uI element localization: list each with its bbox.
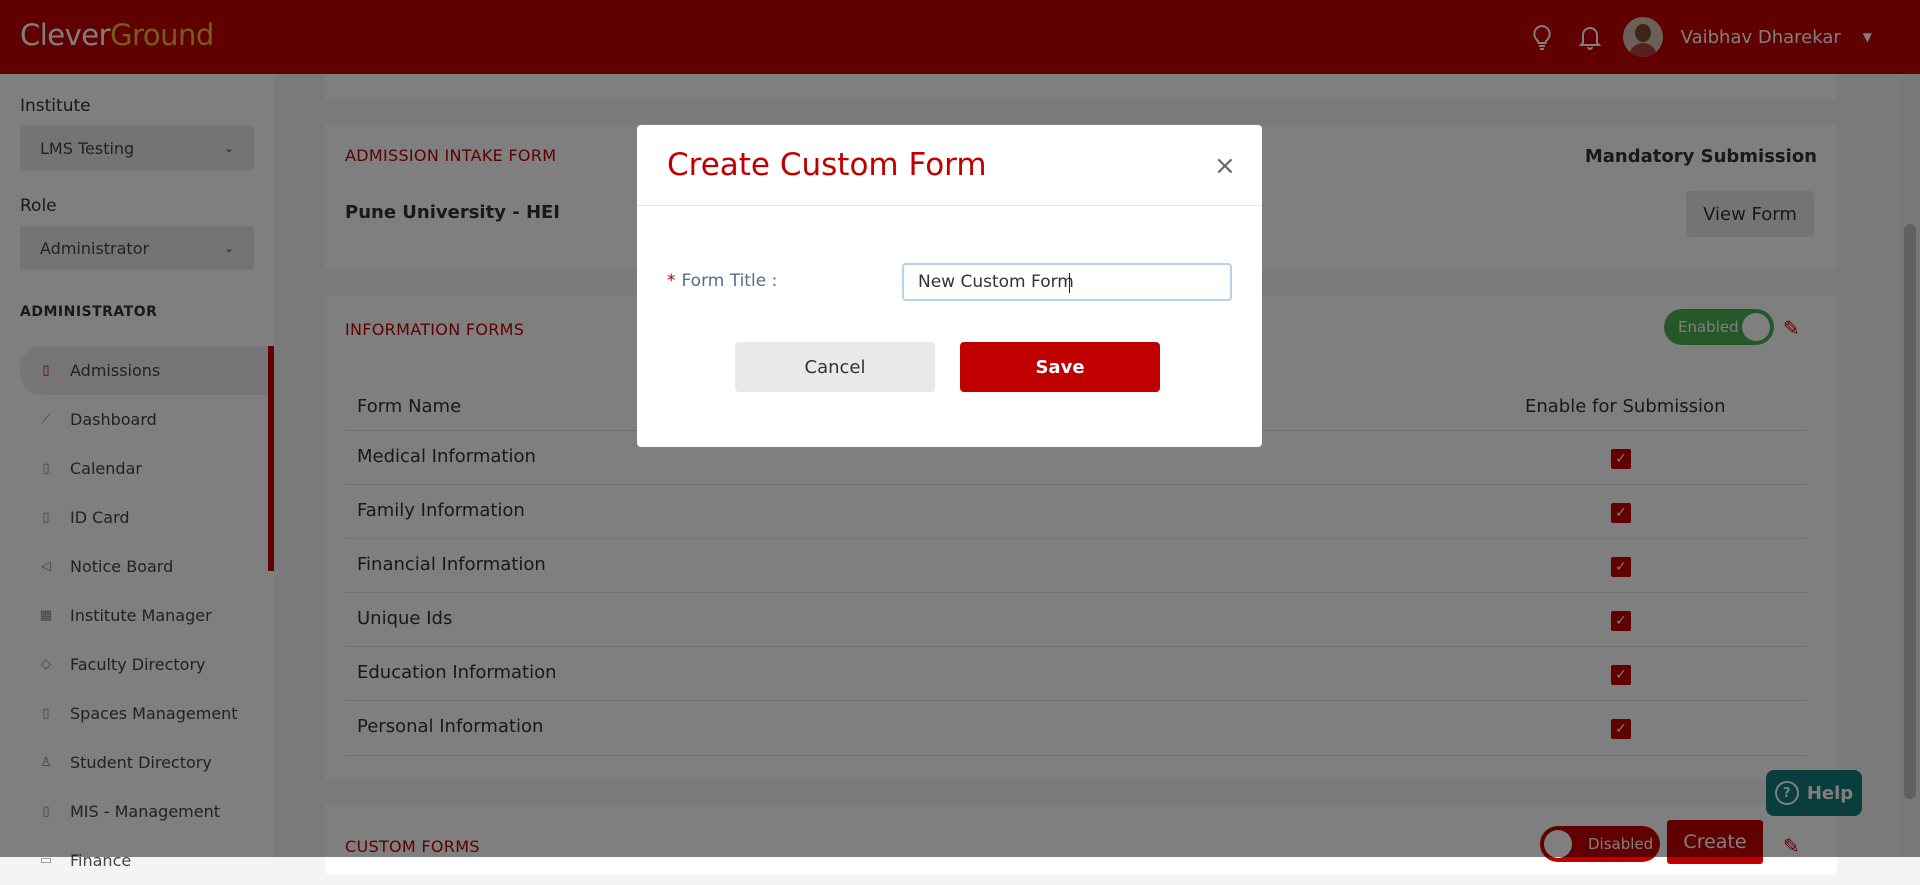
required-marker: * (667, 271, 676, 291)
form-title-label-text: Form Title (681, 271, 767, 291)
text-cursor (1069, 273, 1070, 293)
modal-title: Create Custom Form (667, 147, 987, 183)
form-title-input[interactable] (902, 263, 1232, 301)
close-icon[interactable]: × (1214, 151, 1236, 181)
create-custom-form-modal: Create Custom Form × *Form Title : Cance… (637, 125, 1262, 447)
form-title-label: * Form Title : (667, 271, 778, 291)
modal-divider (637, 205, 1262, 206)
save-button[interactable]: Save (960, 342, 1160, 392)
cancel-button[interactable]: Cancel (735, 342, 935, 392)
